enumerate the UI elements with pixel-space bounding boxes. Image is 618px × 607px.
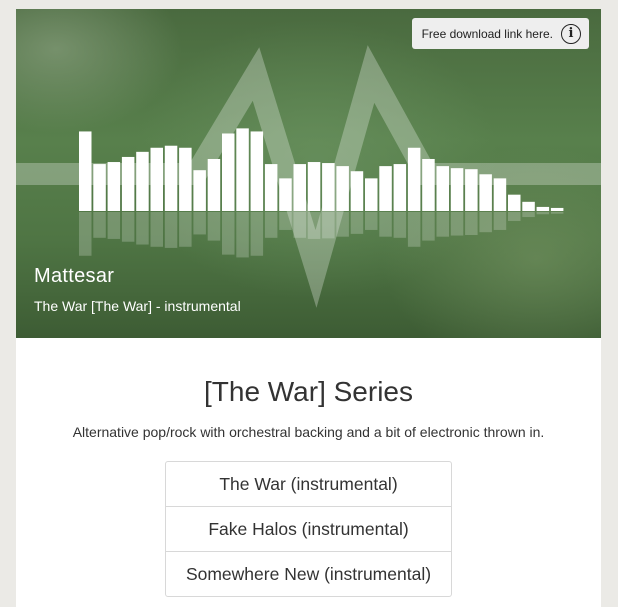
track-list-item[interactable]: Somewhere New (instrumental) xyxy=(166,551,451,596)
waveform-reflection xyxy=(422,212,435,241)
waveform-reflection xyxy=(222,212,235,255)
waveform-bar xyxy=(121,156,135,211)
waveform-reflection xyxy=(93,212,106,238)
waveform-reflection xyxy=(465,212,478,236)
waveform-reflection xyxy=(207,212,221,241)
waveform-reflection xyxy=(164,212,178,248)
waveform-bar xyxy=(193,170,206,211)
waveform-bar xyxy=(379,166,392,211)
waveform-reflection xyxy=(179,212,192,247)
waveform-reflection xyxy=(365,212,378,230)
waveform-bar xyxy=(164,145,178,211)
waveform-bar xyxy=(150,147,163,211)
waveform-reflection xyxy=(550,212,564,214)
waveform-reflection xyxy=(79,212,92,256)
waveform-reflection xyxy=(508,212,521,221)
waveform-bar xyxy=(264,164,278,211)
waveform-bar xyxy=(493,178,507,211)
waveform-reflection xyxy=(393,212,407,238)
waveform-bar xyxy=(279,178,292,211)
series-title: [The War] Series xyxy=(203,376,413,407)
waveform-bar xyxy=(393,164,407,211)
waveform-bar xyxy=(336,166,349,211)
artist-name[interactable]: Mattesar xyxy=(34,265,114,288)
waveform-reflection xyxy=(121,212,135,242)
waveform-reflection xyxy=(250,212,264,256)
waveform-bar xyxy=(436,166,449,211)
waveform-reflection xyxy=(193,212,206,235)
waveform-reflection xyxy=(150,212,163,247)
waveform-reflection xyxy=(307,212,321,239)
waveform-reflection xyxy=(536,212,550,215)
background-logo xyxy=(16,45,601,308)
waveform-reflection xyxy=(136,212,149,245)
track-title[interactable]: The War [The War] - instrumental xyxy=(34,298,241,314)
waveform-bar xyxy=(522,201,535,211)
music-card: Free download link here. i Mattesar The … xyxy=(16,9,601,607)
waveform-bar xyxy=(136,151,149,211)
waveform-bar xyxy=(93,164,106,211)
waveform-bar xyxy=(422,158,435,211)
waveform-reflection xyxy=(450,212,464,236)
waveform-reflection xyxy=(279,212,292,230)
waveform-bar xyxy=(465,169,478,211)
waveform-reflection xyxy=(436,212,449,237)
waveform-reflection xyxy=(350,212,364,234)
waveform-reflection xyxy=(493,212,507,230)
waveform-bar xyxy=(293,164,306,211)
waveform-bar xyxy=(450,168,464,211)
waveform-bar xyxy=(207,158,221,211)
waveform-reflection xyxy=(293,212,306,238)
track-list-item[interactable]: Fake Halos (instrumental) xyxy=(166,506,451,551)
free-download-badge[interactable]: Free download link here. i xyxy=(411,18,589,49)
waveform-bar xyxy=(508,194,521,211)
waveform-bar xyxy=(179,147,192,211)
waveform-bar xyxy=(536,206,550,211)
track-list-item[interactable]: The War (instrumental) xyxy=(166,462,451,506)
waveform-reflection xyxy=(264,212,278,238)
waveform-reflection xyxy=(107,212,121,239)
waveform-bar xyxy=(322,163,335,211)
waveform-reflection xyxy=(236,212,249,258)
waveform-bar xyxy=(79,131,92,211)
waveform-bar xyxy=(222,133,235,211)
waveform-reflection xyxy=(522,212,535,218)
waveform-bar xyxy=(250,131,264,211)
waveform-bar xyxy=(236,128,249,211)
free-download-label: Free download link here. xyxy=(421,26,553,41)
waveform-bar xyxy=(479,174,492,211)
waveform-reflection xyxy=(407,212,421,247)
waveform-bar xyxy=(550,207,564,211)
track-list: The War (instrumental) Fake Halos (instr… xyxy=(165,461,452,597)
waveform-reflection xyxy=(336,212,349,237)
waveform-bar xyxy=(365,178,378,211)
info-icon[interactable]: i xyxy=(561,23,581,44)
waveform-bar xyxy=(407,147,421,211)
series-description: Alternative pop/rock with orchestral bac… xyxy=(72,424,545,440)
waveform-reflection xyxy=(479,212,492,233)
waveform-bar xyxy=(307,162,321,211)
waveform-bar xyxy=(350,171,364,211)
waveform-bar xyxy=(107,162,121,211)
player-banner[interactable]: Free download link here. i Mattesar The … xyxy=(16,9,601,338)
waveform-reflection xyxy=(379,212,392,237)
waveform-reflection xyxy=(322,212,335,239)
